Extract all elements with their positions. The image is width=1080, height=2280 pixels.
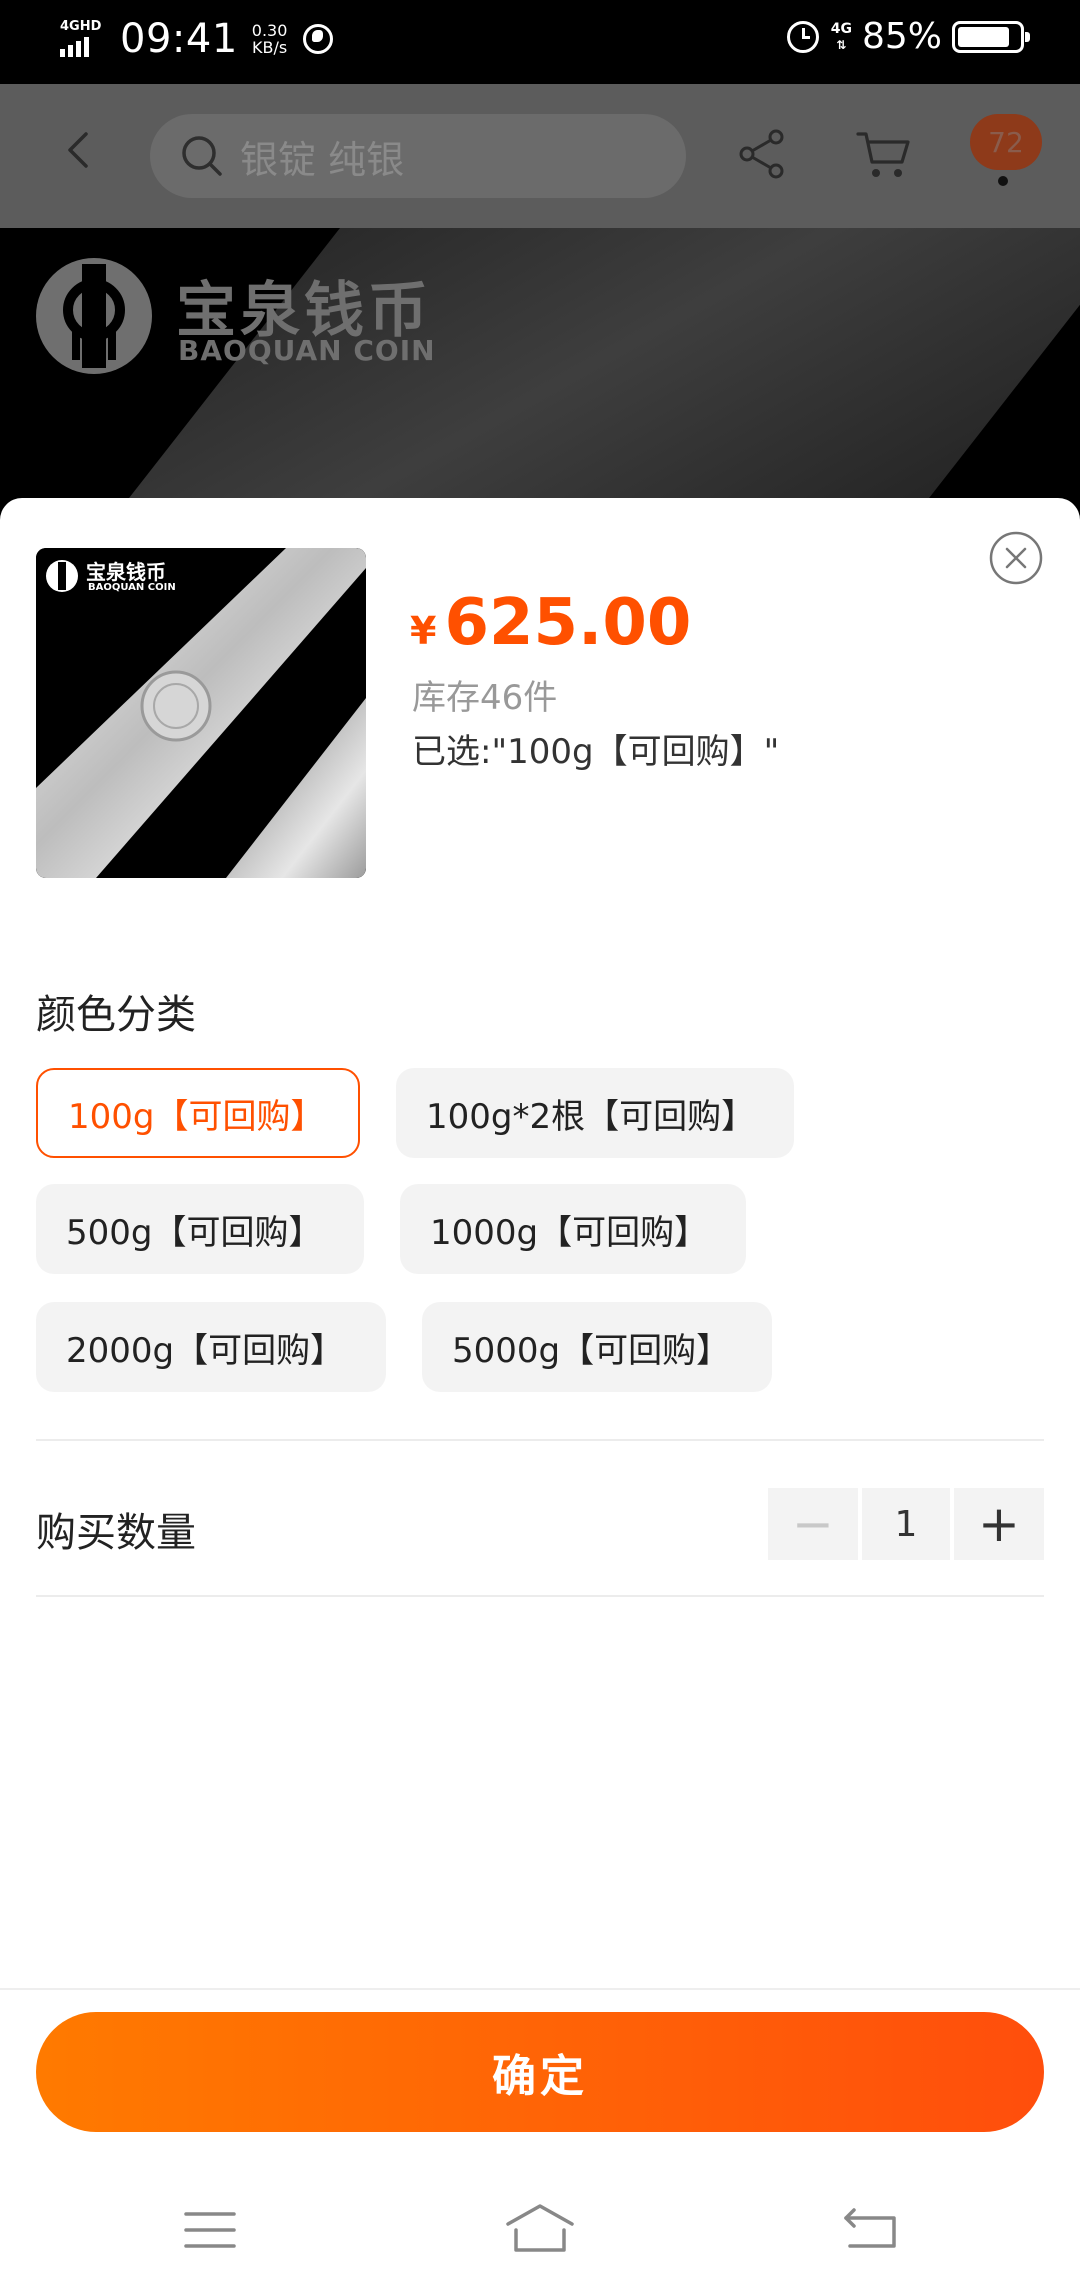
clock: 09:41 [120, 16, 238, 62]
vpn-globe-icon [303, 24, 334, 54]
sku-option-100g-x2[interactable]: 100g*2根【可回购】 [396, 1068, 794, 1158]
thumb-brand-cn: 宝泉钱币 [86, 560, 166, 584]
silver-bar-image [36, 548, 366, 878]
home-icon[interactable] [504, 2202, 576, 2254]
sku-option-label: 1000g【可回购】 [430, 1212, 709, 1253]
footer-divider [0, 1988, 1080, 1990]
alarm-icon [786, 20, 819, 53]
price: ¥625.00 [410, 586, 691, 660]
option-section-title: 颜色分类 [36, 992, 196, 1038]
status-bar: 4GHD 09:41 0.30 KB/s 4G ⇅ 85% [0, 0, 1080, 84]
speed-unit: KB/s [251, 38, 288, 57]
quantity-stepper: − 1 + [768, 1488, 1044, 1560]
speed-value: 0.30 [251, 21, 288, 40]
divider [36, 1595, 1044, 1597]
close-icon[interactable] [988, 530, 1044, 586]
battery-fill [958, 26, 1009, 47]
back-icon[interactable] [62, 132, 98, 168]
status-left: 4GHD 09:41 0.30 KB/s [58, 16, 334, 62]
selected-sku: 已选:"100g【可回购】" [412, 732, 780, 772]
increment-button[interactable]: + [954, 1488, 1044, 1560]
battery-percent: 85% [861, 16, 942, 57]
baoquan-logo-icon [36, 258, 152, 374]
message-badge[interactable]: 72 [970, 114, 1042, 170]
sku-option-label: 100g*2根【可回购】 [426, 1096, 756, 1137]
quantity-value[interactable]: 1 [862, 1488, 950, 1560]
price-amount: 625.00 [444, 586, 692, 660]
sku-option-label: 500g【可回购】 [66, 1212, 323, 1253]
mobile-data-icon: 4G ⇅ [830, 20, 852, 52]
product-page-header: 银锭 纯银 72 [0, 84, 1080, 228]
decrement-button[interactable]: − [768, 1488, 858, 1560]
search-bar[interactable]: 银锭 纯银 [150, 114, 686, 198]
sku-option-label: 5000g【可回购】 [452, 1330, 731, 1371]
banner-brand-en: BAOQUAN COIN [178, 334, 436, 367]
search-placeholder: 银锭 纯银 [240, 137, 405, 182]
sku-option-label: 2000g【可回购】 [66, 1330, 345, 1371]
stock-count: 库存46件 [412, 678, 558, 718]
product-banner: 宝泉钱币 BAOQUAN COIN [0, 228, 1080, 528]
currency-symbol: ¥ [410, 609, 437, 653]
sku-option-2000g[interactable]: 2000g【可回购】 [36, 1302, 386, 1392]
sku-option-100g[interactable]: 100g【可回购】 [36, 1068, 360, 1158]
sku-option-label: 100g【可回购】 [68, 1096, 325, 1137]
sku-option-5000g[interactable]: 5000g【可回购】 [422, 1302, 772, 1392]
sku-option-1000g[interactable]: 1000g【可回购】 [400, 1184, 746, 1274]
network-type: 4GHD [60, 19, 102, 34]
menu-icon[interactable] [184, 2210, 236, 2250]
cart-icon[interactable] [856, 128, 912, 180]
sku-selector-sheet: 宝泉钱币 BAOQUAN COIN ¥625.00 库存46件 已选:"100g… [0, 498, 1080, 2280]
product-thumbnail[interactable]: 宝泉钱币 BAOQUAN COIN [36, 548, 366, 878]
network-speed: 0.30 KB/s [252, 22, 288, 56]
back-nav-icon[interactable] [842, 2206, 898, 2250]
sku-option-500g[interactable]: 500g【可回购】 [36, 1184, 364, 1274]
share-icon[interactable] [738, 128, 786, 180]
thumb-brand-en: BAOQUAN COIN [88, 582, 176, 593]
signal-icon: 4GHD [58, 17, 110, 61]
search-icon [182, 136, 222, 176]
divider [36, 1439, 1044, 1441]
quantity-label: 购买数量 [36, 1510, 196, 1556]
confirm-button[interactable]: 确定 [36, 2012, 1044, 2132]
system-nav-bar [0, 2178, 1080, 2280]
mobile-data-label: 4G [830, 20, 852, 37]
battery-icon [952, 20, 1030, 53]
message-dot [998, 176, 1008, 186]
status-right: 4G ⇅ 85% [786, 16, 1030, 57]
